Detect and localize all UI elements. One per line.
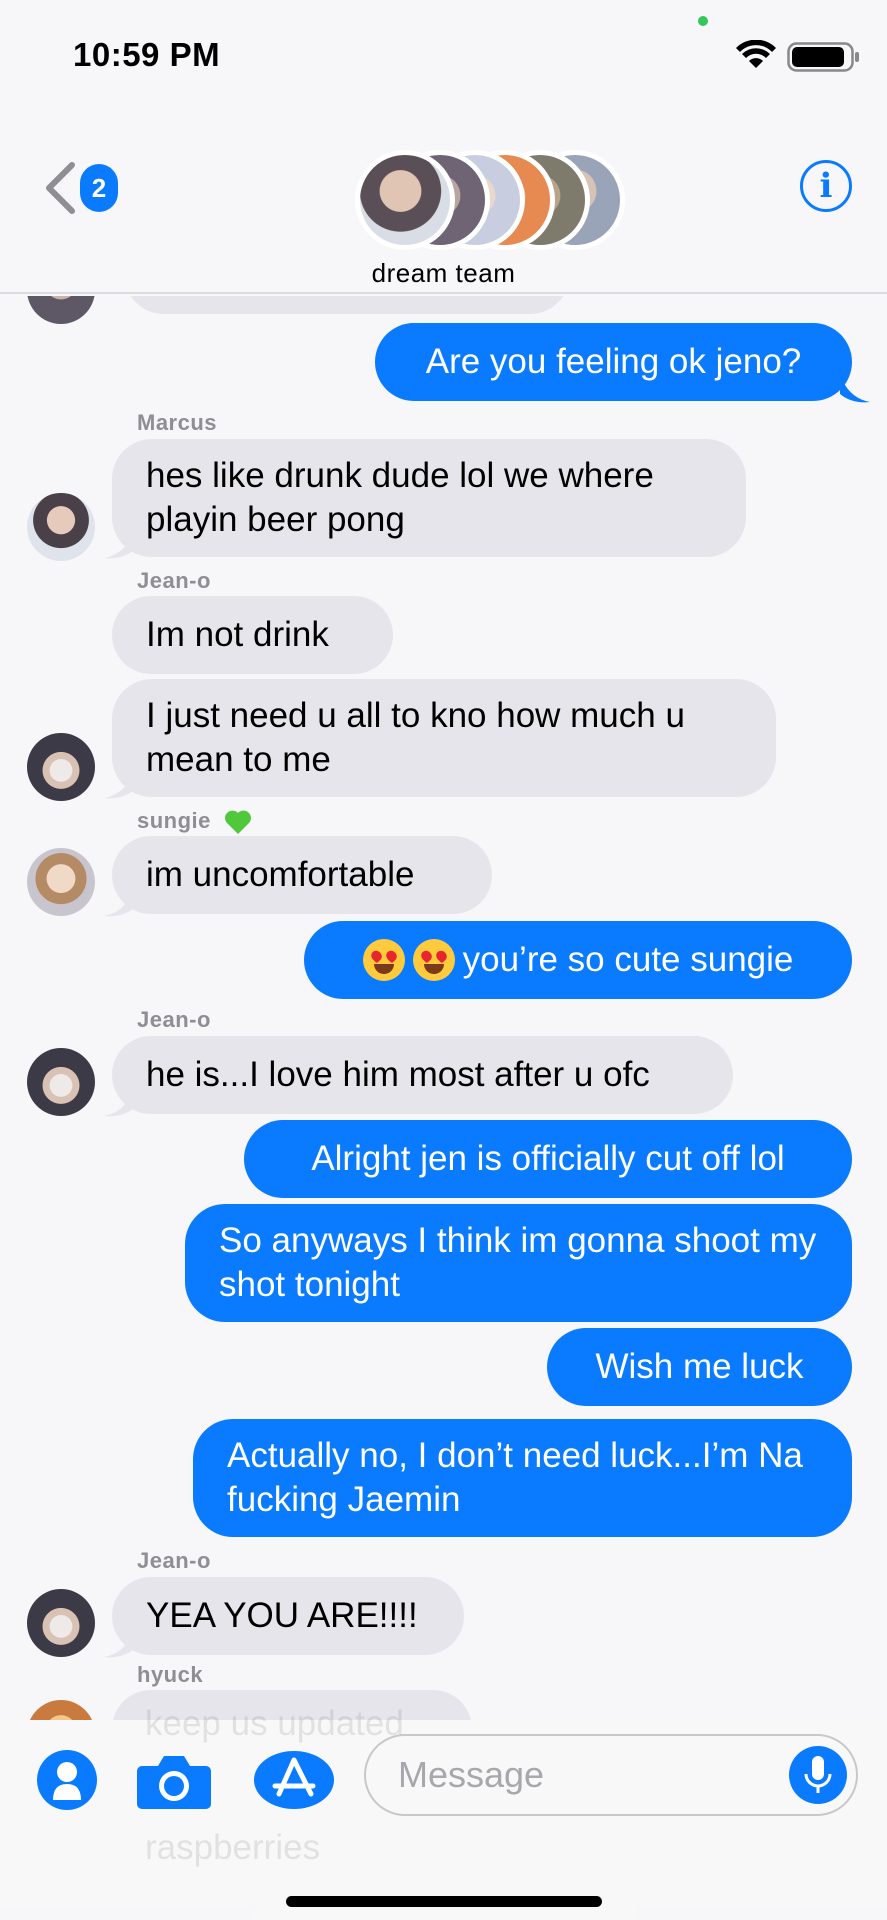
message-text: im uncomfortable (146, 855, 415, 894)
avatar[interactable] (27, 1589, 95, 1657)
avatar[interactable] (27, 493, 95, 561)
outgoing-message[interactable]: So anyways I think im gonna shoot my sho… (185, 1204, 852, 1322)
bubble-tail (104, 530, 134, 559)
message-text: Are you feeling ok jeno? (425, 342, 802, 381)
incoming-message[interactable]: YEA YOU ARE!!!! (112, 1577, 464, 1655)
status-time: 10:59 PM (73, 36, 221, 73)
outgoing-message[interactable]: Alright jen is officially cut off lol (244, 1120, 852, 1198)
message-text: you’re so cute sungie (462, 940, 794, 979)
message-text: Im not drink (146, 615, 329, 654)
sender-name: Jean-o (137, 1548, 211, 1573)
outgoing-message[interactable]: you’re so cute sungie (304, 921, 852, 999)
avatar (27, 296, 95, 324)
bubble-tail (104, 1629, 134, 1658)
message-text: hes like drunk dude lol we where playin … (146, 456, 654, 539)
message-text: Wish me luck (595, 1347, 804, 1386)
unread-count-badge: 2 (80, 164, 118, 212)
contact-button[interactable] (37, 1750, 97, 1810)
battery-icon (787, 42, 859, 72)
back-button[interactable]: 2 (44, 160, 124, 220)
voice-input-button[interactable] (789, 1746, 847, 1804)
group-avatar-stack[interactable] (355, 150, 625, 250)
info-button[interactable]: i (800, 160, 852, 212)
sender-name: hyuck (137, 1662, 204, 1687)
incoming-message[interactable]: I just need u all to kno how much u mean… (112, 679, 776, 797)
wifi-icon (736, 40, 776, 68)
avatar[interactable] (27, 1700, 95, 1720)
message-text: Alright jen is officially cut off lol (311, 1139, 785, 1178)
outgoing-message[interactable]: Wish me luck (547, 1328, 852, 1406)
home-indicator[interactable] (286, 1896, 602, 1907)
person-icon (53, 1762, 81, 1800)
sender-name: Jean-o (137, 568, 211, 593)
bubble-tail (104, 1088, 134, 1117)
conversation-header: 2 dream team i (0, 110, 887, 294)
avatar[interactable] (27, 1048, 95, 1116)
bubble-tail (840, 374, 870, 403)
message-bubble-partial (124, 296, 570, 314)
background-message-ghost: keep us updated (145, 1704, 404, 1743)
heart-eyes-emoji (362, 939, 405, 981)
incoming-message[interactable]: Im not drink (112, 596, 393, 674)
group-name[interactable]: dream team (0, 258, 887, 289)
message-text: So anyways I think im gonna shoot my sho… (219, 1221, 817, 1304)
sender-name-text: sungie (137, 808, 211, 833)
message-text: YEA YOU ARE!!!! (146, 1596, 418, 1635)
microphone-icon (804, 1756, 832, 1793)
message-text: he is...I love him most after u ofc (146, 1055, 650, 1094)
avatar[interactable] (27, 733, 95, 801)
privacy-indicator-dot (698, 16, 708, 26)
bubble-tail (104, 770, 134, 799)
bubble-tail (104, 888, 134, 917)
avatar[interactable] (27, 848, 95, 916)
message-text: I just need u all to kno how much u mean… (146, 696, 685, 779)
compose-bar: keep us updated raspberries (0, 1704, 887, 1920)
background-message-ghost: raspberries (145, 1828, 321, 1867)
outgoing-message[interactable]: Actually no, I don’t need luck...I’m Na … (193, 1419, 852, 1537)
sender-name: sungie (137, 808, 252, 835)
message-text: Actually no, I don’t need luck...I’m Na … (227, 1436, 803, 1519)
app-store-button[interactable] (253, 1750, 335, 1810)
chevron-left-icon (46, 162, 75, 214)
message-input[interactable] (364, 1734, 858, 1816)
group-member-avatar (355, 150, 455, 250)
incoming-message[interactable]: he is...I love him most after u ofc (112, 1036, 733, 1114)
green-heart-icon (224, 810, 251, 835)
heart-eyes-emoji (412, 939, 455, 981)
incoming-message[interactable]: hes like drunk dude lol we where playin … (112, 439, 746, 557)
message-thread[interactable]: Are you feeling ok jeno? Marcus hes like… (0, 296, 887, 1720)
camera-button[interactable] (136, 1752, 212, 1810)
status-bar: 10:59 PM (0, 0, 887, 110)
sender-name: Marcus (137, 410, 218, 435)
sender-name: Jean-o (137, 1007, 211, 1032)
outgoing-message[interactable]: Are you feeling ok jeno? (375, 323, 852, 401)
incoming-message[interactable]: im uncomfortable (112, 836, 492, 914)
